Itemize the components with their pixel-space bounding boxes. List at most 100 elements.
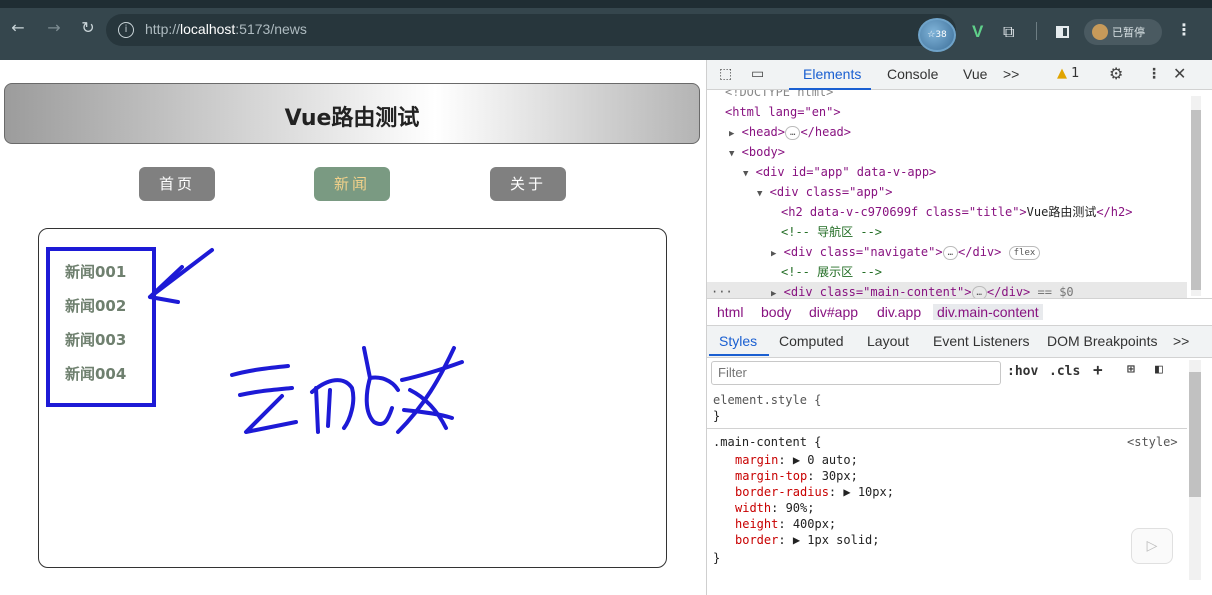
settings-gear-icon[interactable]: ⚙ xyxy=(1109,64,1123,83)
styles-filter-input[interactable]: Filter xyxy=(711,361,1001,385)
breadcrumb-html[interactable]: html xyxy=(717,304,743,320)
styles-scrollbar-thumb[interactable] xyxy=(1189,372,1201,497)
dom-node-head[interactable]: ▶ <head>… </head> xyxy=(729,122,851,142)
dom-node-div-main-content[interactable]: ··· ▶ <div class="main-content">… </div> =… xyxy=(707,282,1187,298)
styles-sub-tab-bar: Styles Computed Layout Event Listeners D… xyxy=(707,326,1212,358)
collapse-triangle-icon[interactable]: ▼ xyxy=(743,169,748,179)
expand-triangle-icon[interactable]: ▶ xyxy=(771,249,776,259)
dom-node-div-navigate[interactable]: ▶ <div class="navigate">… </div> flex xyxy=(771,242,1041,262)
back-icon[interactable]: ← xyxy=(8,18,28,38)
page-title: Vue路由测试 xyxy=(284,106,420,131)
dom-h2-open: <h2 data-v-c970699f class="title"> xyxy=(781,205,1027,219)
breadcrumb-div-app-id[interactable]: div#app xyxy=(809,304,858,320)
paint-brush-icon[interactable]: ⊞ xyxy=(1127,362,1135,377)
toolbar-divider xyxy=(1036,22,1037,40)
dom-doctype[interactable]: <!DOCTYPE html> xyxy=(725,90,833,102)
tab-computed[interactable]: Computed xyxy=(779,333,844,349)
more-sub-tabs-button[interactable]: >> xyxy=(1173,333,1189,349)
dom-div-app-open: <div id="app" data-v-app> xyxy=(755,165,937,179)
extension-avatar-icon[interactable]: ☆38 xyxy=(918,18,956,52)
nav-link-news[interactable]: 新闻 xyxy=(314,167,390,201)
collapse-triangle-icon[interactable]: ▼ xyxy=(729,149,734,159)
tab-console[interactable]: Console xyxy=(887,66,938,82)
css-property-value[interactable]: 400px; xyxy=(793,517,836,531)
dom-node-body[interactable]: ▼ <body> xyxy=(729,142,785,162)
dom-div-class-app-open: <div class="app"> xyxy=(769,185,893,199)
url-text[interactable]: http://localhost:5173/news xyxy=(145,21,307,37)
reload-icon[interactable]: ↻ xyxy=(78,18,98,38)
css-property-name: height xyxy=(735,517,779,531)
devtools-menu-icon[interactable]: ⋮ xyxy=(1147,66,1161,82)
dom-node-div-class-app[interactable]: ▼ <div class="app"> xyxy=(757,182,892,202)
dom-h2-text: Vue路由测试 xyxy=(1026,205,1097,219)
dom-h2-close: </h2> xyxy=(1096,205,1133,219)
title-banner: Vue路由测试 xyxy=(4,83,700,144)
tab-styles[interactable]: Styles xyxy=(719,333,757,349)
close-devtools-icon[interactable]: ✕ xyxy=(1173,64,1186,83)
breadcrumb-div-app[interactable]: div.app xyxy=(877,304,921,320)
more-tabs-button[interactable]: >> xyxy=(1003,66,1019,82)
hover-state-toggle[interactable]: :hov xyxy=(1007,364,1038,379)
tab-dom-breakpoints[interactable]: DOM Breakpoints xyxy=(1047,333,1157,349)
breadcrumb-div-main-content[interactable]: div.main-content xyxy=(933,304,1043,320)
dom-node-h2[interactable]: <h2 data-v-c970699f class="title">Vue路由测… xyxy=(781,202,1132,222)
dom-scrollbar-thumb[interactable] xyxy=(1191,110,1201,290)
inspect-element-icon[interactable]: ⬚ xyxy=(719,66,732,82)
css-declaration[interactable]: border: ▶ 1px solid; xyxy=(735,532,880,548)
css-property-value[interactable]: ▶ 1px solid; xyxy=(793,533,880,547)
tab-layout[interactable]: Layout xyxy=(867,333,909,349)
dom-node-div-app[interactable]: ▼ <div id="app" data-v-app> xyxy=(743,162,936,182)
flex-badge[interactable]: flex xyxy=(1008,245,1041,260)
css-property-value[interactable]: 30px; xyxy=(822,469,858,483)
extension-badge: 38 xyxy=(935,30,947,40)
site-info-icon[interactable]: i xyxy=(118,22,134,38)
vue-devtools-extension-icon[interactable]: V xyxy=(972,22,983,42)
warning-counter[interactable]: ▲ 1 xyxy=(1057,66,1079,81)
side-panel-icon[interactable] xyxy=(1056,26,1069,38)
device-toolbar-icon[interactable]: ▭ xyxy=(751,66,764,82)
collapsed-ellipsis[interactable]: … xyxy=(942,245,959,260)
css-declaration[interactable]: height: 400px; xyxy=(735,516,836,532)
css-property-value[interactable]: ▶ 10px; xyxy=(843,485,894,499)
toggle-sidebar-icon[interactable]: ◧ xyxy=(1155,362,1163,377)
css-property-name: border-radius xyxy=(735,485,829,499)
tab-event-listeners[interactable]: Event Listeners xyxy=(933,333,1030,349)
dom-div-main-open: <div class="main-content"> xyxy=(783,285,972,298)
nav-link-about[interactable]: 关于 xyxy=(490,167,566,201)
rule-selector[interactable]: .main-content { xyxy=(713,434,821,450)
extensions-puzzle-icon[interactable]: ⧉ xyxy=(1003,22,1014,42)
video-play-icon[interactable]: ▷ xyxy=(1131,528,1173,564)
css-property-value[interactable]: 90%; xyxy=(786,501,815,515)
forward-icon[interactable]: → xyxy=(44,18,64,38)
tab-elements[interactable]: Elements xyxy=(803,66,861,82)
dom-selected-ellipsis: ··· xyxy=(711,285,733,298)
css-property-name: margin-top xyxy=(735,469,808,483)
url-prefix: http:// xyxy=(145,21,181,37)
warning-count: 1 xyxy=(1071,66,1080,81)
rule-divider xyxy=(707,428,1187,429)
expand-triangle-icon[interactable]: ▶ xyxy=(729,129,734,139)
breadcrumb-body[interactable]: body xyxy=(761,304,791,320)
element-style-selector[interactable]: element.style { xyxy=(713,392,821,408)
collapse-triangle-icon[interactable]: ▼ xyxy=(757,189,762,199)
nav-link-home[interactable]: 首页 xyxy=(139,167,215,201)
css-declaration[interactable]: width: 90%; xyxy=(735,500,814,516)
collapsed-ellipsis[interactable]: … xyxy=(971,285,987,298)
dom-comment-nav[interactable]: <!-- 导航区 --> xyxy=(781,222,882,242)
rule-source-link[interactable]: <style> xyxy=(1127,434,1178,450)
browser-menu-icon[interactable]: ⋮ xyxy=(1176,20,1192,39)
dom-div-navigate-open: <div class="navigate"> xyxy=(783,245,943,259)
css-property-name: margin xyxy=(735,453,779,467)
dom-comment-show[interactable]: <!-- 展示区 --> xyxy=(781,262,882,282)
collapsed-ellipsis[interactable]: … xyxy=(785,125,801,140)
tab-vue[interactable]: Vue xyxy=(963,66,987,82)
selected-node-marker: == $0 xyxy=(1037,285,1074,298)
expand-triangle-icon[interactable]: ▶ xyxy=(771,289,776,298)
css-property-value[interactable]: ▶ 0 auto; xyxy=(793,453,858,467)
css-declaration[interactable]: margin: ▶ 0 auto; xyxy=(735,452,858,468)
css-declaration[interactable]: border-radius: ▶ 10px; xyxy=(735,484,894,500)
new-style-rule-icon[interactable]: + xyxy=(1093,360,1103,379)
class-toggle[interactable]: .cls xyxy=(1049,364,1080,379)
css-declaration[interactable]: margin-top: 30px; xyxy=(735,468,858,484)
dom-node-html[interactable]: <html lang="en"> xyxy=(725,102,841,122)
